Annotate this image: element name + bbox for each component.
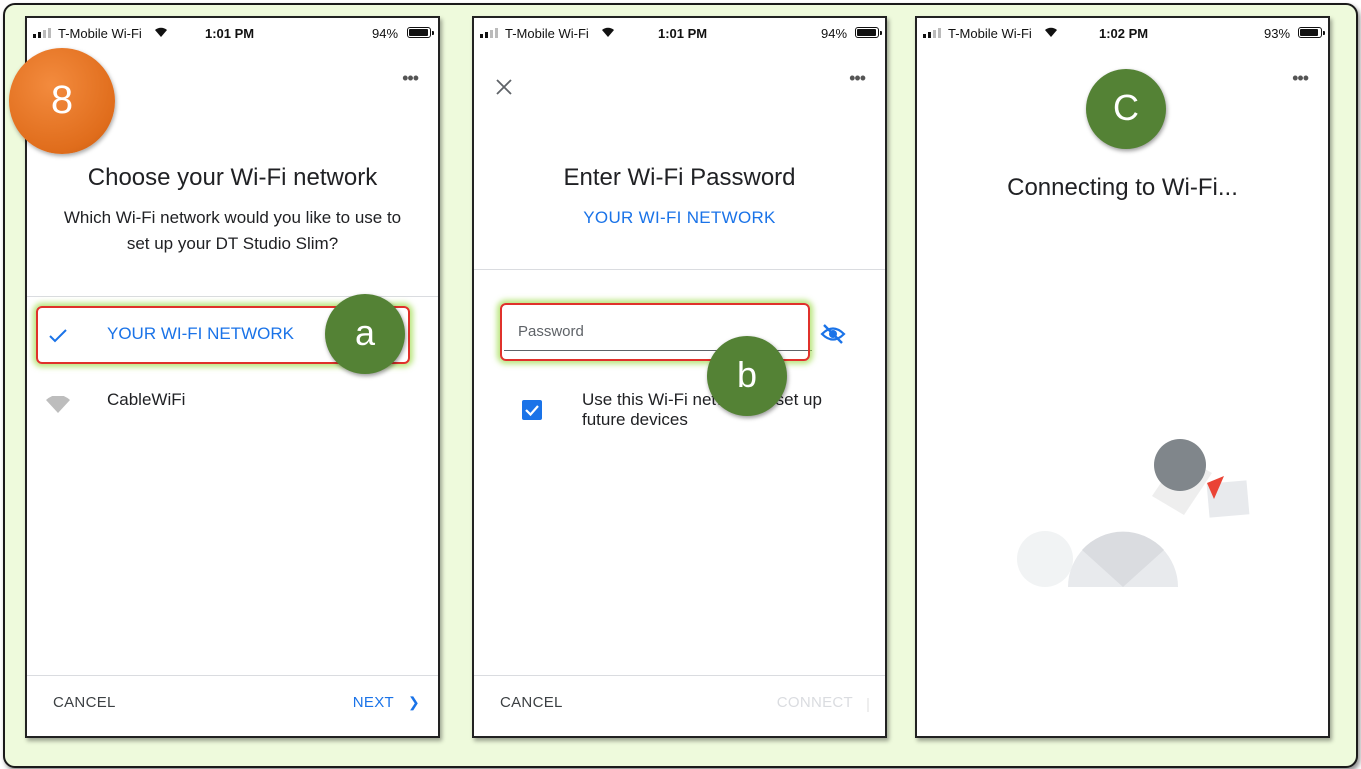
- callout-badge-b: b: [707, 336, 787, 416]
- close-icon[interactable]: [496, 79, 512, 95]
- page-title: Connecting to Wi-Fi...: [1007, 174, 1238, 201]
- battery-percent: 94%: [821, 26, 848, 41]
- bottom-action-bar: CANCEL CONNECT: [474, 675, 885, 736]
- battery-icon: [1298, 27, 1325, 38]
- disabled-chevron-icon: [867, 698, 869, 712]
- cancel-button[interactable]: CANCEL: [500, 694, 563, 711]
- carrier-label: T-Mobile Wi-Fi: [505, 26, 589, 41]
- phone-screen-enter-password: T-Mobile Wi-Fi 1:01 PM 94% ••• Enter Wi-…: [472, 16, 887, 738]
- more-options-icon[interactable]: •••: [1292, 69, 1309, 87]
- battery-icon: [855, 27, 882, 38]
- chevron-right-icon: ❯: [407, 694, 420, 710]
- page-subtitle: Which Wi-Fi network would you like to us…: [63, 208, 402, 253]
- checkmark-icon: [525, 405, 539, 417]
- step-number-badge: 8: [9, 48, 115, 154]
- page-title: Choose your Wi-Fi network: [87, 164, 378, 191]
- wifi-status-icon: [1045, 27, 1057, 37]
- status-bar: T-Mobile Wi-Fi 1:01 PM 94%: [27, 18, 438, 50]
- cancel-button[interactable]: CANCEL: [53, 694, 116, 711]
- next-button[interactable]: NEXT: [353, 694, 394, 711]
- status-time: 1:02 PM: [1099, 26, 1149, 41]
- status-time: 1:01 PM: [205, 26, 255, 41]
- more-options-icon[interactable]: •••: [849, 69, 866, 87]
- cellular-signal-icon: [480, 28, 498, 38]
- callout-badge-c: C: [1086, 69, 1166, 149]
- connecting-illustration: [1017, 439, 1250, 587]
- bottom-action-bar: CANCEL NEXT ❯: [27, 675, 438, 736]
- cellular-signal-icon: [33, 28, 51, 38]
- remember-network-checkbox[interactable]: [522, 400, 542, 420]
- page-title: Enter Wi-Fi Password: [563, 164, 796, 191]
- carrier-label: T-Mobile Wi-Fi: [948, 26, 1032, 41]
- callout-badge-a: a: [325, 294, 405, 374]
- network-list-item[interactable]: CableWiFi: [27, 374, 438, 424]
- divider: [474, 269, 885, 270]
- status-time: 1:01 PM: [658, 26, 708, 41]
- status-bar: T-Mobile Wi-Fi 1:02 PM 93%: [917, 18, 1328, 50]
- battery-percent: 94%: [372, 26, 399, 41]
- more-options-icon[interactable]: •••: [402, 69, 419, 87]
- status-bar: T-Mobile Wi-Fi 1:01 PM 94%: [474, 18, 885, 50]
- wifi-status-icon: [155, 27, 167, 37]
- wifi-signal-icon: [46, 396, 70, 413]
- cellular-signal-icon: [923, 28, 941, 38]
- battery-icon: [407, 27, 434, 38]
- wifi-status-icon: [602, 27, 614, 37]
- connect-button[interactable]: CONNECT: [777, 694, 853, 711]
- eye-slash-icon[interactable]: [820, 324, 846, 344]
- carrier-label: T-Mobile Wi-Fi: [58, 26, 142, 41]
- battery-percent: 93%: [1264, 26, 1291, 41]
- network-name: CableWiFi: [107, 390, 186, 409]
- selected-network-name: YOUR WI-FI NETWORK: [583, 208, 776, 227]
